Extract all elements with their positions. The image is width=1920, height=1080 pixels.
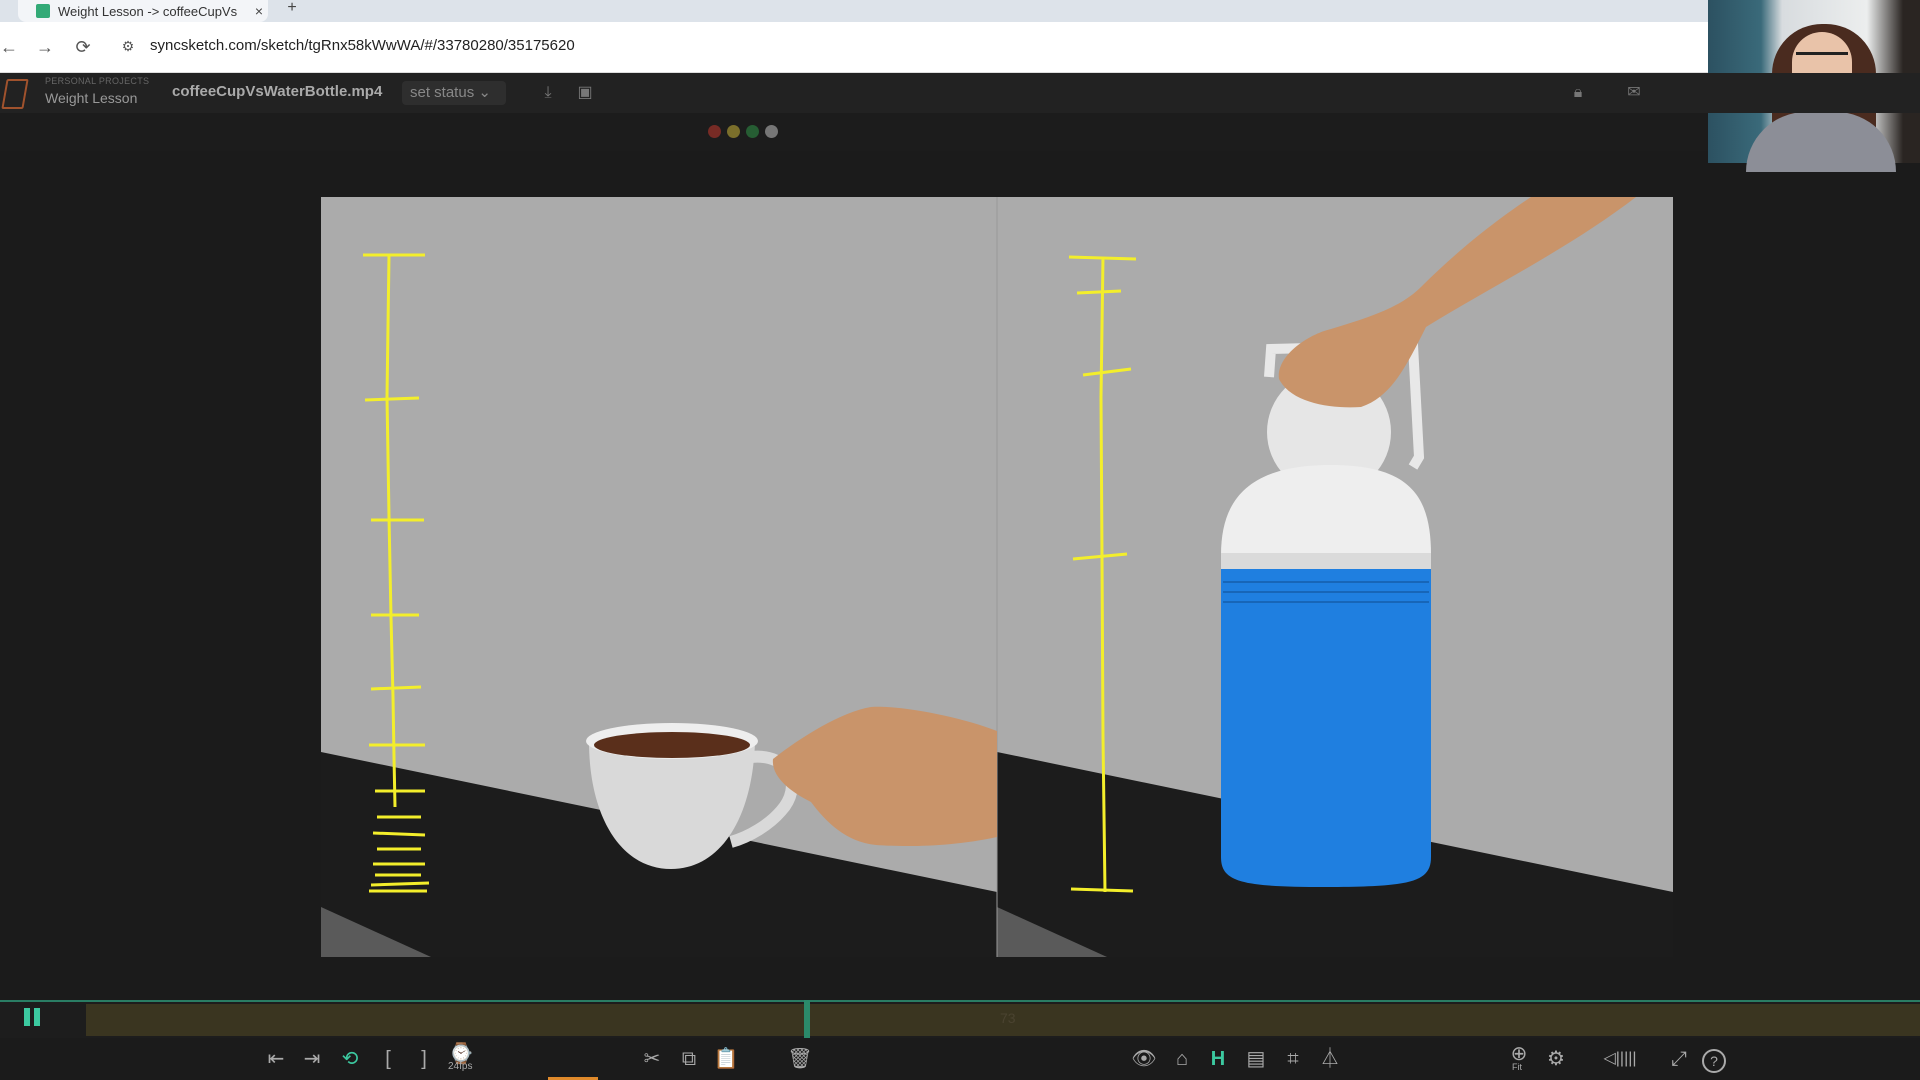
trash-icon[interactable]: 🗑 [786,1045,814,1073]
settings-icon[interactable]: ⚙ [1542,1045,1570,1073]
color-swatch-red[interactable] [708,125,721,138]
copy-icon[interactable]: ⧉ [675,1045,703,1073]
first-frame-icon[interactable]: ⇤ [262,1045,290,1073]
volume-icon[interactable]: ◁||||| [1590,1045,1650,1073]
project-name[interactable]: Weight Lesson [45,90,137,106]
back-button[interactable]: ← [0,34,22,60]
out-point-icon[interactable]: ] [410,1045,438,1073]
cut-icon[interactable]: ✂ [638,1045,666,1073]
h-icon[interactable]: H [1204,1045,1232,1073]
fullscreen-icon[interactable]: ⤢ [1665,1045,1693,1073]
crop-icon[interactable]: ⌗ [1279,1045,1307,1073]
forward-button[interactable]: → [32,34,58,60]
water-jug [1221,339,1431,887]
favicon-icon [36,4,50,18]
chevron-down-icon: ⌄ [478,84,491,101]
pause-icon-bar [24,1008,30,1026]
frame-number: 73 [1000,1010,1016,1026]
mail-icon[interactable]: ✉ [1623,82,1645,104]
new-tab-button[interactable]: + [282,0,302,20]
pause-icon-bar [34,1008,40,1026]
url-field[interactable]: syncsketch.com/sketch/tgRnx58kWwWA/#/337… [150,37,575,54]
paste-icon[interactable]: 📋 [712,1045,740,1073]
fps-label: 24fps [448,1061,473,1072]
color-swatch-green[interactable] [746,125,759,138]
left-hand [772,706,997,847]
mirror-icon[interactable]: ⏃ [1316,1045,1344,1073]
file-name: coffeeCupVsWaterBottle.mp4 [172,83,383,100]
zoom-label: Fit [1512,1062,1522,1072]
in-point-icon[interactable]: [ [374,1045,402,1073]
right-hand [1278,197,1636,408]
lock-icon[interactable]: 🔒︎ [1567,82,1589,104]
eye-icon[interactable]: 👁 [1130,1045,1158,1073]
project-label: PERSONAL PROJECTS [45,76,150,86]
webcam-person-glasses [1796,52,1848,69]
last-frame-icon[interactable]: ⇥ [298,1045,326,1073]
site-settings-icon[interactable]: ⚙ [118,36,138,56]
loop-icon[interactable]: ⟲ [336,1045,364,1073]
browser-tab[interactable]: Weight Lesson -> coffeeCupVs × [18,0,268,22]
video-frame [321,197,1673,957]
status-dropdown-label: set status [410,84,475,101]
status-dropdown[interactable]: set status ⌄ [402,81,506,105]
onion-skin-icon[interactable]: ⌂ [1168,1045,1196,1073]
pause-button[interactable] [24,1008,46,1030]
grid-icon[interactable]: ▤ [1242,1045,1270,1073]
help-icon[interactable]: ? [1702,1049,1726,1073]
tab-close-icon[interactable]: × [250,3,268,19]
video-viewer[interactable] [321,197,1673,957]
drawing-toolbar [0,113,1708,151]
color-swatch-yellow[interactable] [727,125,740,138]
tab-title: Weight Lesson -> coffeeCupVs [58,3,238,19]
color-swatch-white[interactable] [765,125,778,138]
download-icon[interactable]: ⤓ [537,82,559,104]
reload-button[interactable]: ⟳ [70,34,96,60]
image-icon[interactable]: ▣ [574,82,596,104]
playhead[interactable] [804,1000,810,1038]
